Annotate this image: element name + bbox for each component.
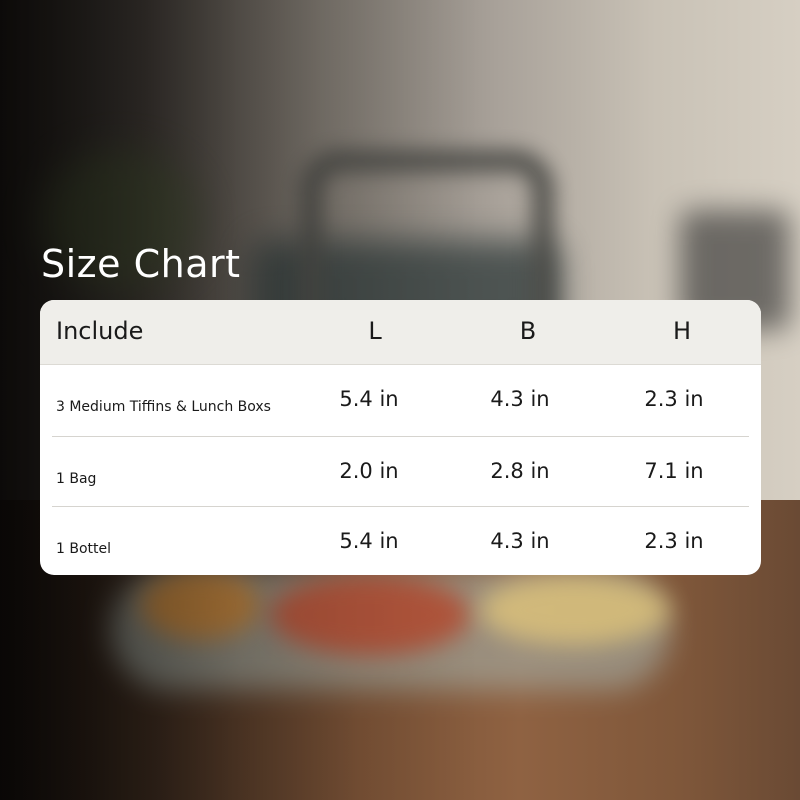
- header-length-label: L: [368, 317, 382, 345]
- table-header: Include L B H: [40, 300, 761, 365]
- table-row: 1 Bag 2.0 in 2.8 in 7.1 in: [40, 437, 761, 507]
- size-chart-title: Size Chart: [41, 242, 241, 286]
- row-length: 5.4 in: [339, 529, 399, 553]
- row-length: 2.0 in: [339, 459, 399, 483]
- row-include: 1 Bottel: [56, 541, 112, 557]
- table-row: 1 Bottel 5.4 in 4.3 in 2.3 in: [40, 507, 761, 575]
- header-height-label: H: [672, 317, 692, 345]
- header-height: H: [673, 300, 691, 364]
- table-row: 3 Medium Tiffins & Lunch Boxs 5.4 in 4.3…: [40, 365, 761, 435]
- row-breadth: 4.3 in: [490, 387, 550, 411]
- header-length: L: [368, 300, 381, 364]
- row-include: 1 Bag: [56, 471, 97, 487]
- size-chart-table: Include L B H 3 Medium Tiffins & Lunch B…: [40, 300, 761, 575]
- header-include: Include: [56, 317, 144, 345]
- row-height: 2.3 in: [644, 529, 704, 553]
- row-breadth: 2.8 in: [490, 459, 550, 483]
- row-height: 2.3 in: [644, 387, 704, 411]
- row-breadth: 4.3 in: [490, 529, 550, 553]
- row-height: 7.1 in: [644, 459, 704, 483]
- row-include: 3 Medium Tiffins & Lunch Boxs: [56, 399, 271, 415]
- header-breadth: B: [520, 300, 536, 364]
- row-length: 5.4 in: [339, 387, 399, 411]
- header-breadth-label: B: [519, 317, 537, 345]
